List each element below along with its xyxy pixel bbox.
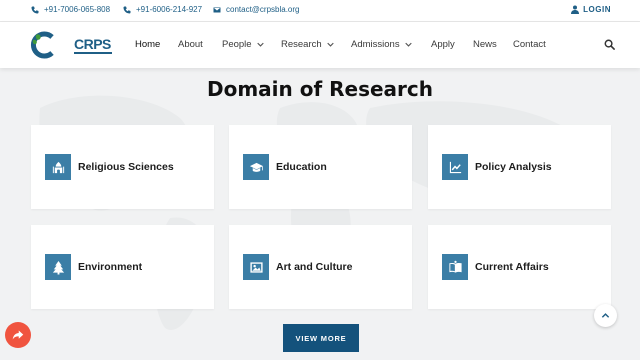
graduation-cap-icon [243, 154, 269, 180]
email-icon [213, 7, 221, 12]
nav-about[interactable]: About [178, 39, 203, 50]
domain-card-religious-sciences[interactable]: Religious Sciences [31, 125, 214, 209]
email-link[interactable]: contact@crpsbla.org [213, 5, 300, 14]
share-icon [12, 330, 24, 340]
domain-card-education[interactable]: Education [229, 125, 412, 209]
nav-admissions-label: Admissions [351, 39, 400, 50]
top-contact-bar: +91-7006-065-808 +91-6006-214-927 contac… [0, 0, 640, 22]
domain-card-current-affairs[interactable]: Current Affairs [428, 225, 611, 309]
login-link[interactable]: LOGIN [571, 5, 611, 14]
scroll-to-top-button[interactable] [594, 304, 617, 327]
nav-contact-label: Contact [513, 39, 546, 50]
domain-card-policy-analysis[interactable]: Policy Analysis [428, 125, 611, 209]
search-icon[interactable] [604, 39, 615, 50]
chevron-down-icon [404, 42, 412, 47]
chart-line-icon [442, 154, 468, 180]
nav-research[interactable]: Research [281, 39, 334, 50]
nav-home[interactable]: Home [135, 39, 160, 50]
domain-card-art-and-culture[interactable]: Art and Culture [229, 225, 412, 309]
domain-label: Policy Analysis [475, 161, 552, 173]
nav-news[interactable]: News [473, 39, 497, 50]
nav-people-label: People [222, 39, 252, 50]
site-logo[interactable]: CRPS [30, 31, 112, 59]
domain-label: Current Affairs [475, 261, 549, 273]
logo-text: CRPS [74, 36, 111, 52]
logo-mark-icon [31, 31, 54, 59]
email-address: contact@crpsbla.org [226, 5, 300, 14]
chevron-down-icon [326, 42, 334, 47]
phone-icon [123, 6, 131, 13]
tree-icon [45, 254, 71, 280]
main-navbar: CRPS Home About People Research Admissio… [0, 22, 640, 68]
logo-underline [74, 52, 112, 54]
nav-contact[interactable]: Contact [513, 39, 546, 50]
nav-apply-label: Apply [431, 39, 455, 50]
user-icon [571, 5, 580, 14]
domain-label: Art and Culture [276, 261, 353, 273]
nav-home-label: Home [135, 39, 161, 50]
domain-label: Education [276, 161, 327, 173]
phone-link-2[interactable]: +91-6006-214-927 [123, 5, 202, 14]
domain-card-environment[interactable]: Environment [31, 225, 214, 309]
nav-news-label: News [473, 39, 497, 50]
nav-research-label: Research [281, 39, 322, 50]
chevron-up-icon [601, 313, 610, 318]
nav-apply[interactable]: Apply [431, 39, 455, 50]
mosque-icon [45, 154, 71, 180]
domain-label: Religious Sciences [78, 161, 174, 173]
share-button[interactable] [5, 322, 31, 348]
phone-link-1[interactable]: +91-7006-065-808 [31, 5, 110, 14]
section-title: Domain of Research [206, 77, 434, 101]
world-map-background [39, 95, 587, 330]
nav-about-label: About [178, 39, 203, 50]
view-more-button[interactable]: VIEW MORE [283, 324, 359, 352]
chevron-down-icon [256, 42, 264, 47]
phone-number-1: +91-7006-065-808 [44, 5, 111, 14]
phone-number-2: +91-6006-214-927 [136, 5, 203, 14]
nav-admissions[interactable]: Admissions [351, 39, 412, 50]
login-label: LOGIN [583, 5, 611, 14]
domain-label: Environment [78, 261, 143, 273]
phone-icon [31, 6, 39, 13]
nav-people[interactable]: People [222, 39, 264, 50]
newspaper-icon [442, 254, 468, 280]
image-icon [243, 254, 269, 280]
